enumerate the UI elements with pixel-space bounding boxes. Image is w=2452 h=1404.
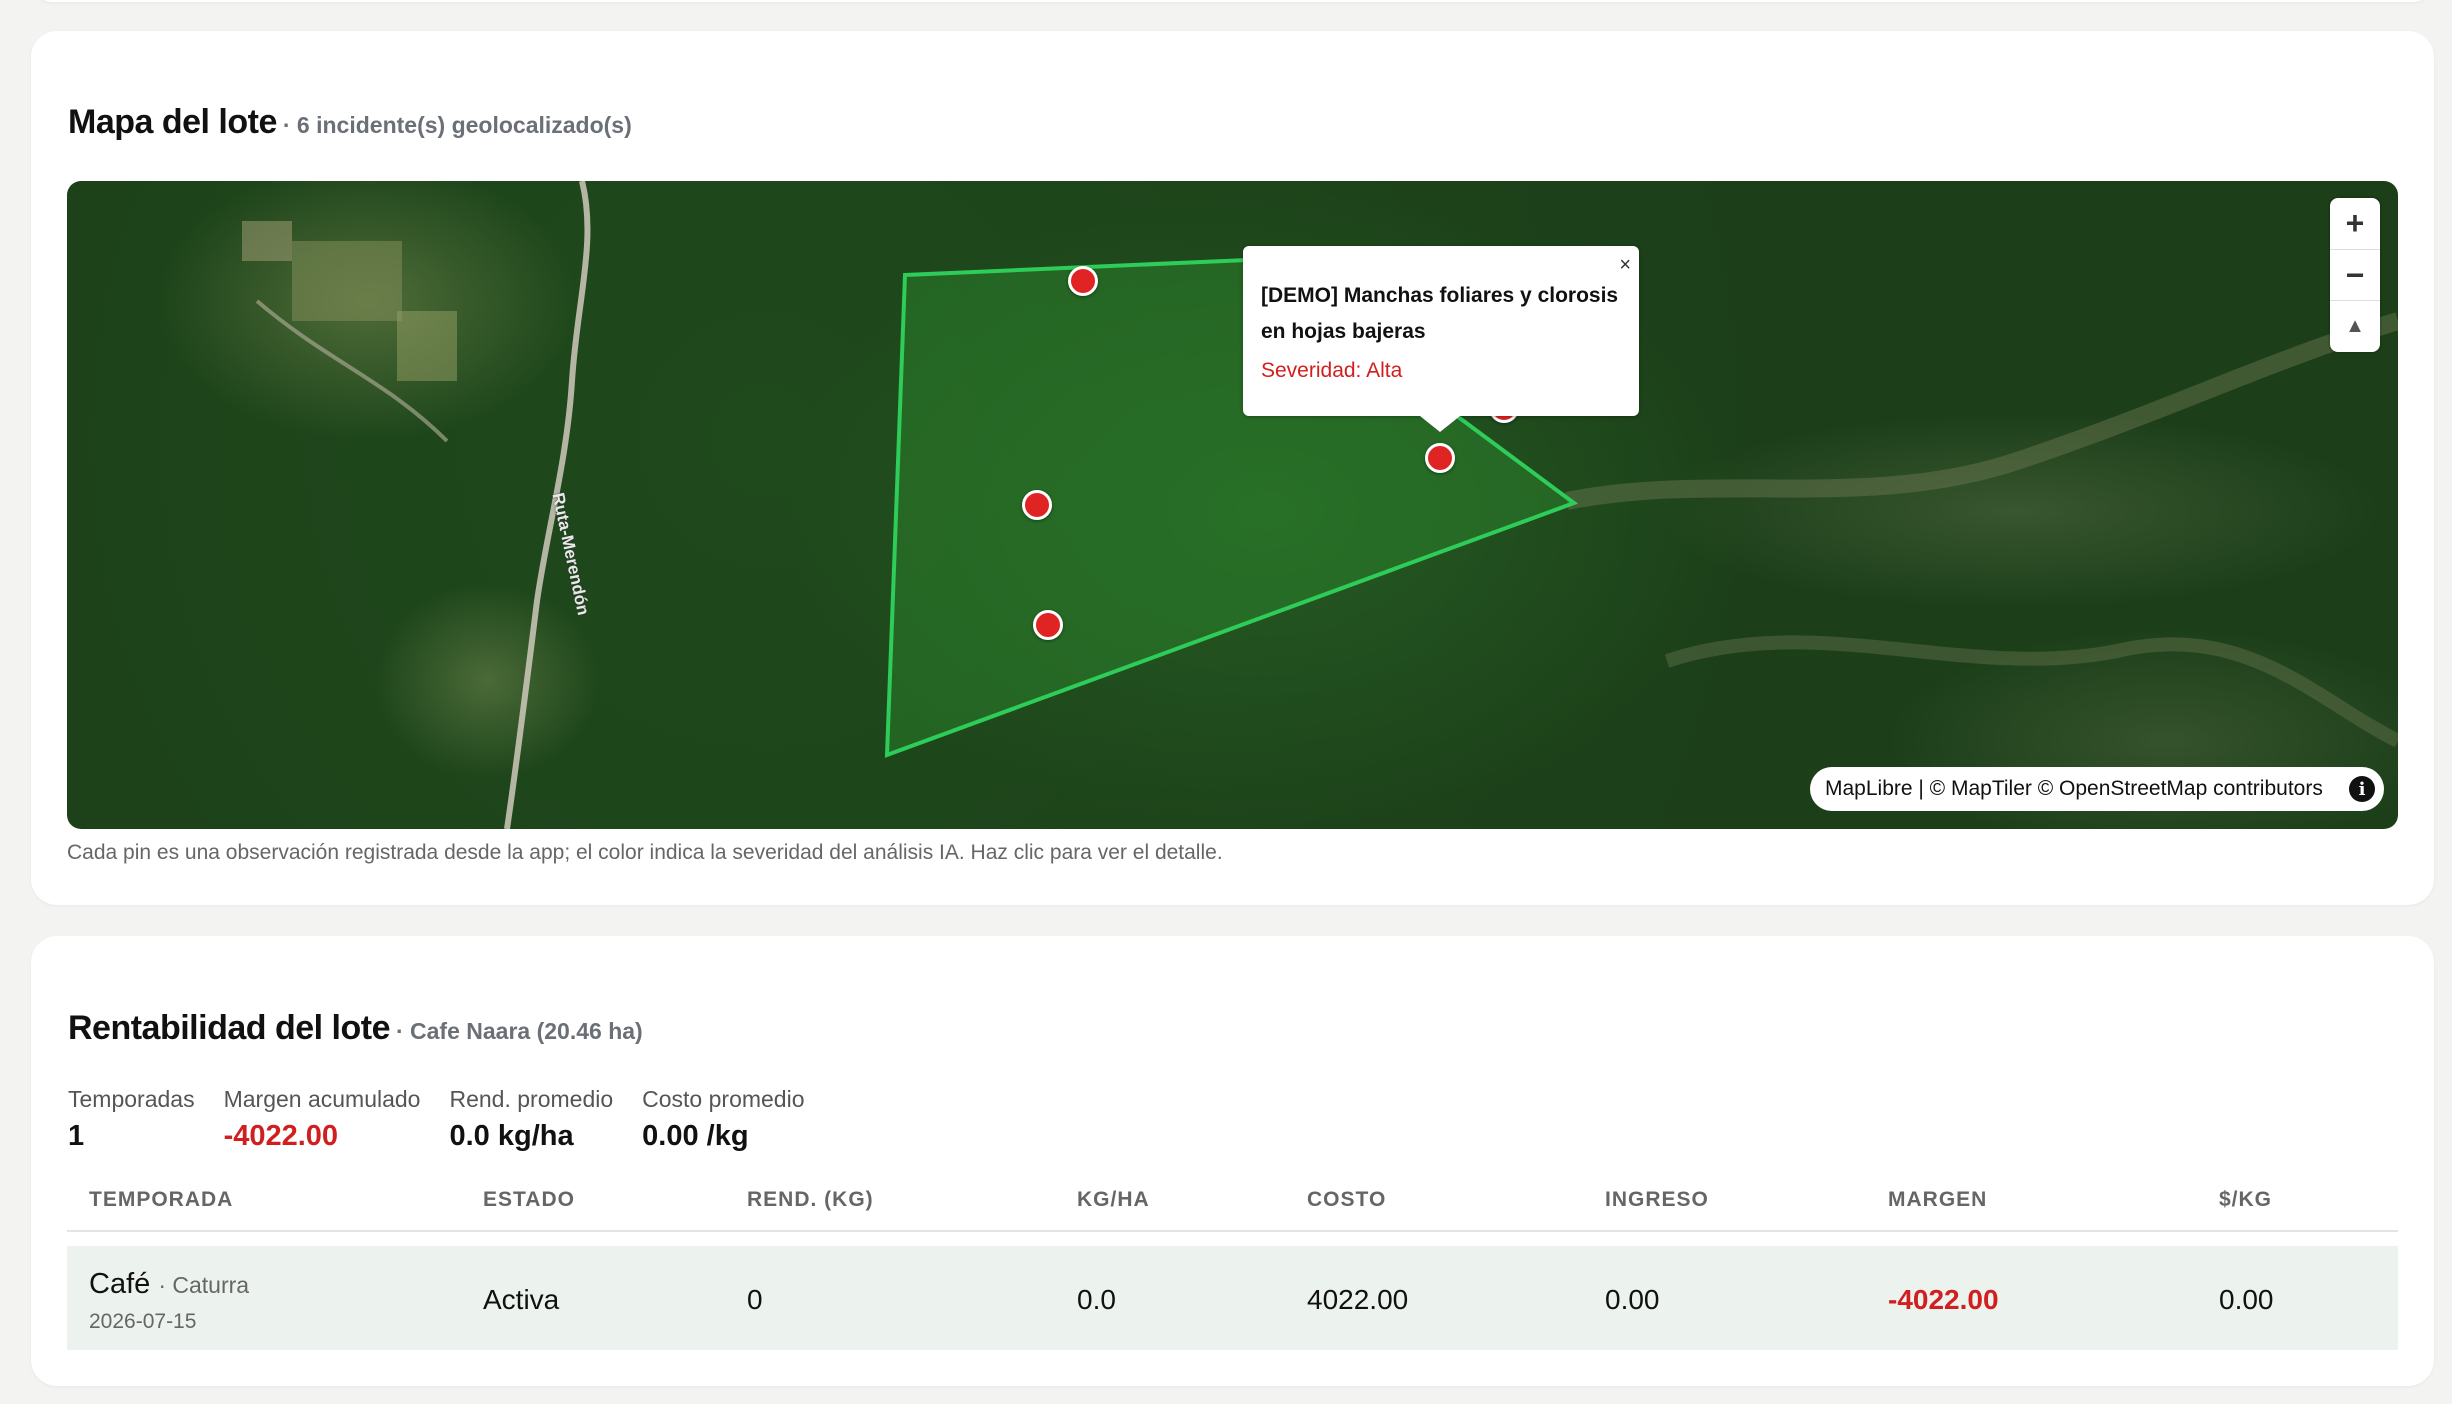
zoom-in-button[interactable]: + <box>2330 198 2380 250</box>
incident-popup: × [DEMO] Manchas foliares y clorosis en … <box>1243 246 1639 432</box>
kg-per-ha-cell: 0.0 <box>1077 1284 1116 1315</box>
incident-pin[interactable] <box>1068 266 1098 296</box>
profitability-card: Rentabilidad del lote · Cafe Naara (20.4… <box>31 936 2434 1386</box>
stat-margin: Margen acumulado -4022.00 <box>224 1086 421 1153</box>
valley <box>1664 635 2398 748</box>
field-patch <box>242 221 292 261</box>
incident-pin[interactable] <box>1033 610 1063 640</box>
stat-value: 0.00 /kg <box>642 1120 749 1152</box>
margin-cell: -4022.00 <box>1888 1284 1999 1315</box>
column-header: MARGEN <box>1888 1188 1988 1211</box>
stat-label: Margen acumulado <box>223 1086 421 1112</box>
incident-pin[interactable] <box>1425 443 1455 473</box>
map-caption: Cada pin es una observación registrada d… <box>67 841 1223 864</box>
season-date: 2026-07-15 <box>89 1310 197 1333</box>
stat-value: 0.0 kg/ha <box>449 1120 574 1152</box>
profit-header: Rentabilidad del lote · Cafe Naara (20.4… <box>68 1009 643 1048</box>
road <box>504 181 591 829</box>
stat-label: Costo promedio <box>642 1086 805 1112</box>
incident-pin[interactable] <box>1022 490 1052 520</box>
crop-variety: · Caturra <box>158 1272 250 1298</box>
map-card: Mapa del lote · 6 incidente(s) geolocali… <box>31 31 2434 905</box>
table-header: TEMPORADA ESTADO REND. (KG) KG/HA COSTO … <box>67 1174 2398 1232</box>
stat-seasons: Temporadas 1 <box>68 1086 195 1153</box>
info-icon[interactable]: i <box>2349 776 2375 802</box>
stat-cost: Costo promedio 0.00 /kg <box>642 1086 804 1153</box>
profit-subtitle: · Cafe Naara (20.46 ha) <box>395 1018 643 1044</box>
map-attribution: MapLibre | © MapTiler © OpenStreetMap co… <box>1810 767 2384 811</box>
income-cell: 0.00 <box>1605 1284 1660 1315</box>
map-subtitle: · 6 incidente(s) geolocalizado(s) <box>282 112 632 138</box>
price-per-kg-cell: 0.00 <box>2219 1284 2274 1315</box>
stat-value: -4022.00 <box>223 1120 339 1152</box>
crop-name: Café <box>89 1268 151 1300</box>
stats-row: Temporadas 1 Margen acumulado -4022.00 R… <box>68 1086 834 1153</box>
crop-cell: Café · Caturra <box>89 1268 249 1301</box>
profit-title: Rentabilidad del lote <box>68 1009 390 1047</box>
popup-title: [DEMO] Manchas foliares y clorosis en ho… <box>1261 284 1619 343</box>
stat-value: 1 <box>68 1120 85 1152</box>
map-title: Mapa del lote <box>68 103 277 141</box>
close-icon[interactable]: × <box>1619 254 1631 277</box>
stat-yield: Rend. promedio 0.0 kg/ha <box>449 1086 613 1153</box>
status-cell: Activa <box>483 1284 560 1315</box>
compass-button[interactable]: ▲ <box>2330 301 2380 352</box>
stat-label: Rend. promedio <box>449 1086 614 1112</box>
column-header: $/KG <box>2219 1188 2273 1211</box>
map-controls: + − ▲ <box>2330 198 2380 352</box>
column-header: KG/HA <box>1077 1188 1150 1211</box>
map-header: Mapa del lote · 6 incidente(s) geolocali… <box>68 103 632 142</box>
map-overlay <box>242 181 2398 829</box>
valley <box>1565 312 2398 510</box>
popup-severity: Severidad: Alta <box>1261 359 1403 382</box>
column-header: ESTADO <box>483 1188 575 1211</box>
stat-label: Temporadas <box>68 1086 195 1112</box>
zoom-out-button[interactable]: − <box>2330 250 2380 302</box>
field-patch <box>397 311 457 381</box>
column-header: COSTO <box>1307 1188 1387 1211</box>
column-header: INGRESO <box>1605 1188 1709 1211</box>
table-row[interactable]: Café · Caturra 2026-07-15 Activa 0 0.0 4… <box>67 1246 2398 1350</box>
field-patch <box>292 241 402 321</box>
column-header: REND. (KG) <box>747 1188 874 1211</box>
lot-map[interactable]: Ruta-Merendón × [DEMO] Manchas foliares … <box>67 181 2398 829</box>
cost-cell: 4022.00 <box>1307 1284 1409 1315</box>
yield-cell: 0 <box>747 1284 763 1315</box>
column-header: TEMPORADA <box>89 1188 234 1211</box>
attribution-text[interactable]: MapLibre | © MapTiler © OpenStreetMap co… <box>1825 777 2323 801</box>
previous-card <box>31 0 2434 2</box>
